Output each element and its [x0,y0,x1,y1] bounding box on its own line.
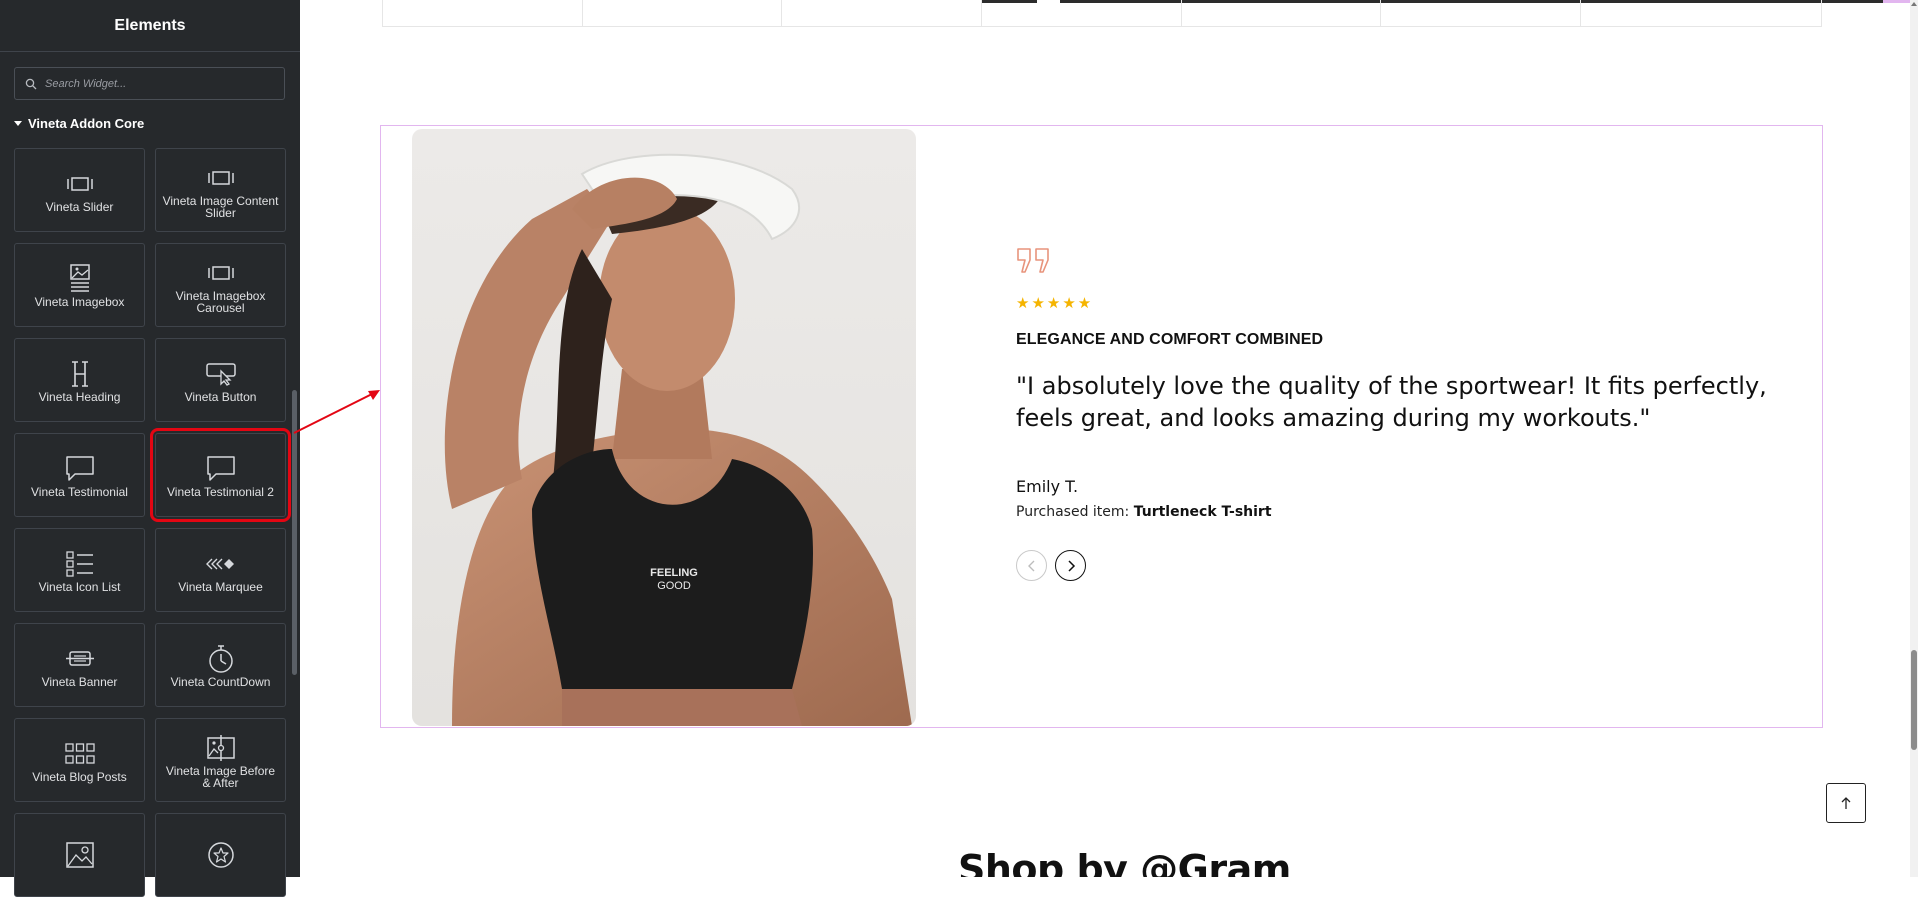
widget-vineta-testimonial[interactable]: Vineta Testimonial [14,433,145,517]
widget-vineta-button[interactable]: Vineta Button [155,338,286,422]
button-icon [205,357,236,391]
widget-map-image[interactable] [14,813,145,897]
shirt-text-bottom: GOOD [657,580,691,592]
purchased-item-label: Purchased item: [1016,504,1130,520]
testimonial-content: ★★★★★ ELEGANCE AND COMFORT COMBINED "I a… [1016,246,1816,581]
widget-grid: Vineta Slider Vineta Image Content Slide… [14,148,291,897]
widget-label: Vineta Image Content Slider [162,194,279,220]
scroll-to-top-button[interactable] [1826,783,1866,823]
widget-label: Vineta Icon List [38,580,121,594]
shirt-text-top: FEELING [650,567,698,579]
scroll-up-icon[interactable] [1911,2,1917,6]
testimonial-quote: "I absolutely love the quality of the sp… [1016,372,1767,432]
widget-vineta-banner[interactable]: Vineta Banner [14,623,145,707]
search-box[interactable] [14,67,285,100]
testimonial-photo: FEELING GOOD [412,129,916,726]
search-icon [25,78,37,89]
category-toggle[interactable]: Vineta Addon Core [14,116,144,131]
testimonial-navigation [1016,550,1816,581]
widget-label: Vineta Slider [45,200,114,214]
banner-icon [65,642,95,676]
widget-vineta-marquee[interactable]: Vineta Marquee [155,528,286,612]
widget-vineta-image-content-slider[interactable]: Vineta Image Content Slider [155,148,286,232]
purchased-item: Purchased item: Turtleneck T-shirt [1016,504,1816,520]
blog-posts-icon [64,737,95,771]
widget-star-rating[interactable] [155,813,286,897]
widget-vineta-imagebox-carousel[interactable]: Vineta Imagebox Carousel [155,243,286,327]
icon-list-icon [65,547,95,581]
widget-label: Vineta Imagebox Carousel [175,289,266,315]
widget-label: Vineta Blog Posts [32,770,127,784]
widget-label: Vineta Testimonial 2 [167,485,274,499]
testimonial-author: Emily T. [1016,477,1079,496]
slider-icon [207,256,235,290]
editor-canvas: FEELING GOOD ★★★★★ ELEGANCE AND COMFORT … [300,0,1918,877]
map-image-icon [65,838,95,872]
purchased-item-name[interactable]: Turtleneck T-shirt [1134,504,1272,520]
widget-vineta-slider[interactable]: Vineta Slider [14,148,145,232]
slider-icon [66,167,94,201]
panel-scrollbar[interactable] [292,390,297,675]
before-after-icon [206,731,236,765]
widget-label: Vineta Button [184,390,257,404]
category-label: Vineta Addon Core [28,116,145,131]
star-rating: ★★★★★ [1016,294,1094,312]
widget-vineta-icon-list[interactable]: Vineta Icon List [14,528,145,612]
widget-label: Vineta Marquee [178,580,263,594]
search-input[interactable] [45,77,265,90]
arrow-up-icon [1841,797,1851,809]
slider-icon [207,161,235,195]
widget-label: Vineta Image Before & After [165,764,276,790]
marquee-icon [205,547,236,581]
widget-vineta-blog-posts[interactable]: Vineta Blog Posts [14,718,145,802]
widget-vineta-imagebox[interactable]: Vineta Imagebox [14,243,145,327]
panel-title: Elements [0,0,300,52]
quote-icon [1016,246,1816,276]
testimonial-icon [206,452,236,486]
widget-vineta-image-before-after[interactable]: Vineta Image Before & After [155,718,286,802]
chevron-right-icon [1067,559,1075,572]
top-grid-section [382,0,1822,27]
next-button[interactable] [1055,550,1086,581]
widget-vineta-heading[interactable]: Vineta Heading [14,338,145,422]
heading-icon [68,357,92,391]
scrollbar-thumb[interactable] [1911,650,1917,750]
widget-label: Vineta Imagebox [34,295,125,309]
imagebox-icon [68,262,92,296]
elements-panel: Elements Vineta Addon Core Vineta Slider… [0,0,300,897]
caret-down-icon [14,121,22,126]
widget-label: Vineta Heading [38,390,121,404]
widget-vineta-testimonial-2[interactable]: Vineta Testimonial 2 [150,428,291,522]
shop-heading: Shop by @Gram [958,847,1291,877]
chevron-left-icon [1027,560,1034,571]
widget-label: Vineta Testimonial [31,485,128,499]
testimonial-icon [65,452,95,486]
widget-label: Vineta Banner [41,675,118,689]
prev-button[interactable] [1016,550,1047,581]
testimonial-title: ELEGANCE AND COMFORT COMBINED [1016,331,1324,348]
star-circle-icon [207,838,235,872]
testimonial-section[interactable]: FEELING GOOD ★★★★★ ELEGANCE AND COMFORT … [380,125,1823,728]
widget-vineta-countdown[interactable]: Vineta CountDown [155,623,286,707]
widget-label: Vineta CountDown [170,675,271,689]
page-scrollbar[interactable] [1910,0,1918,877]
countdown-icon [207,642,235,676]
